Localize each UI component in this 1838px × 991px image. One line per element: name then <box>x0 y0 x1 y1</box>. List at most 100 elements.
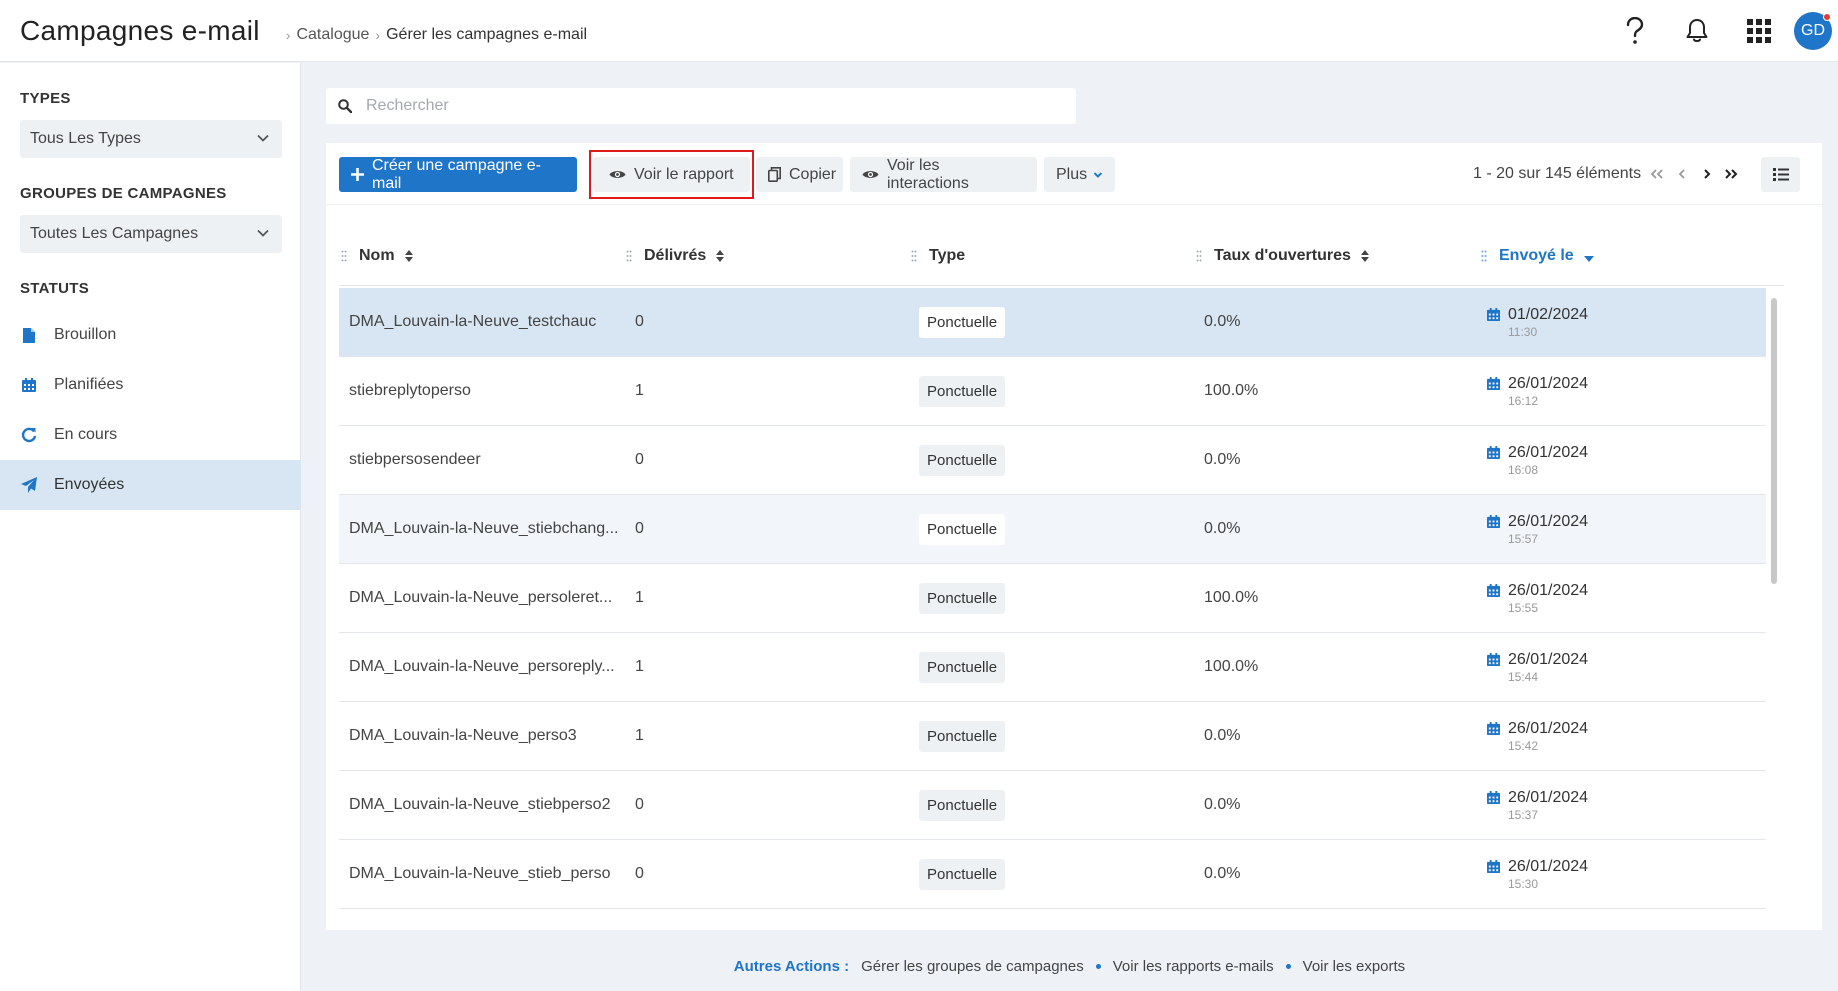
cell-sent-date: 26/01/2024 15:42 <box>1487 702 1588 770</box>
cell-open-rate: 100.0% <box>1204 382 1259 399</box>
apps-button[interactable] <box>1728 0 1790 62</box>
first-page-button[interactable] <box>1645 159 1669 189</box>
more-dropdown[interactable]: Plus <box>1044 157 1115 192</box>
types-select[interactable]: Tous Les Types <box>20 120 282 158</box>
cell-open-rate: 100.0% <box>1204 658 1259 675</box>
column-header-type[interactable]: Type <box>911 226 965 286</box>
column-header-envoye-le[interactable]: Envoyé le <box>1481 226 1594 286</box>
groups-select-value: Toutes Les Campagnes <box>30 225 199 242</box>
table-row[interactable]: stiebpersosendeer 0 Ponctuelle 0.0% 26/0… <box>339 426 1766 495</box>
sidebar-item-en-cours[interactable]: En cours <box>0 410 301 460</box>
sidebar-item-label: Envoyées <box>54 476 125 493</box>
table-row[interactable]: DMA_Louvain-la-Neuve_persoleret... 1 Pon… <box>339 564 1766 633</box>
column-header-delivres[interactable]: Délivrés <box>626 226 725 286</box>
cell-name: stiebreplytoperso <box>349 382 471 399</box>
cell-open-rate: 0.0% <box>1204 313 1241 330</box>
more-label: Plus <box>1056 165 1088 183</box>
sidebar-item-label: Planifiées <box>54 376 124 393</box>
question-icon <box>1626 17 1644 44</box>
cell-name: stiebpersosendeer <box>349 451 481 468</box>
sidebar-item-label: Brouillon <box>54 326 117 343</box>
calendar-icon <box>1487 446 1500 459</box>
table-row[interactable]: DMA_Louvain-la-Neuve_stieb_perso 0 Ponct… <box>339 840 1766 909</box>
column-header-taux-ouvertures[interactable]: Taux d'ouvertures <box>1196 226 1369 286</box>
create-campaign-button[interactable]: Créer une campagne e-mail <box>339 157 577 192</box>
cell-sent-date: 26/01/2024 16:08 <box>1487 426 1588 494</box>
table-row[interactable]: DMA_Louvain-la-Neuve_testchauc 0 Ponctue… <box>339 288 1766 357</box>
manage-campaign-groups-link[interactable]: Gérer les groupes de campagnes <box>861 958 1084 975</box>
cell-type: Ponctuelle <box>919 495 1006 563</box>
drag-handle-icon[interactable] <box>1481 250 1487 262</box>
cell-open-rate: 0.0% <box>1204 865 1241 882</box>
sidebar-item-label: En cours <box>54 426 118 443</box>
types-heading: TYPES <box>20 90 71 107</box>
calendar-icon <box>1487 584 1500 597</box>
email-reports-link[interactable]: Voir les rapports e-mails <box>1113 958 1274 975</box>
eye-icon <box>609 169 626 180</box>
sidebar-item-brouillon[interactable]: Brouillon <box>0 310 301 360</box>
cell-name: DMA_Louvain-la-Neuve_stieb_perso <box>349 865 611 882</box>
table-row[interactable]: DMA_Louvain-la-Neuve_stiebchang... 0 Pon… <box>339 495 1766 564</box>
view-report-button[interactable]: Voir le rapport <box>593 157 750 192</box>
chevron-down-icon <box>257 134 269 142</box>
type-badge: Ponctuelle <box>919 720 1006 752</box>
table-row[interactable]: DMA_Louvain-la-Neuve_perso3 1 Ponctuelle… <box>339 702 1766 771</box>
pagination-summary: 1 - 20 sur 145 éléments <box>1473 165 1642 182</box>
sidebar-item-envoyees[interactable]: Envoyées <box>0 460 301 510</box>
drag-handle-icon[interactable] <box>911 250 917 262</box>
last-page-button[interactable] <box>1719 159 1743 189</box>
avatar[interactable]: GD <box>1794 12 1832 50</box>
drag-handle-icon[interactable] <box>341 250 347 262</box>
sent-date: 26/01/2024 <box>1508 857 1589 875</box>
search-input[interactable] <box>366 97 1046 115</box>
copy-button[interactable]: Copier <box>756 157 843 192</box>
column-header-nom[interactable]: Nom <box>341 226 413 286</box>
copy-icon <box>768 167 781 182</box>
sent-time: 16:12 <box>1508 393 1539 408</box>
view-interactions-button[interactable]: Voir les interactions <box>850 157 1037 192</box>
calendar-icon <box>1487 515 1500 528</box>
other-actions: Autres Actions : Gérer les groupes de ca… <box>0 958 1838 975</box>
notifications-button[interactable] <box>1666 0 1728 62</box>
type-badge: Ponctuelle <box>919 789 1006 821</box>
file-icon <box>20 326 38 344</box>
groups-select[interactable]: Toutes Les Campagnes <box>20 215 282 253</box>
sent-time: 11:30 <box>1508 324 1538 339</box>
prev-page-button[interactable] <box>1670 159 1694 189</box>
cell-open-rate: 0.0% <box>1204 796 1241 813</box>
calendar-icon <box>20 376 38 394</box>
drag-handle-icon[interactable] <box>626 250 632 262</box>
cell-delivered: 0 <box>635 865 644 882</box>
sent-time: 15:37 <box>1508 807 1539 822</box>
table-scrollbar[interactable] <box>1769 288 1779 930</box>
table-row[interactable]: DMA_Louvain-la-Neuve_stiebperso2 0 Ponct… <box>339 771 1766 840</box>
breadcrumb-catalogue[interactable]: Catalogue <box>296 26 369 44</box>
sent-time: 15:44 <box>1508 669 1539 684</box>
table-row[interactable]: stiebreplytoperso 1 Ponctuelle 100.0% 26… <box>339 357 1766 426</box>
type-badge: Ponctuelle <box>919 513 1006 545</box>
sent-date: 26/01/2024 <box>1508 512 1589 530</box>
campaigns-panel: Créer une campagne e-mail Voir le rappor… <box>326 143 1822 930</box>
list-view-button[interactable] <box>1761 157 1800 192</box>
cell-name: DMA_Louvain-la-Neuve_stiebchang... <box>349 520 619 537</box>
cell-sent-date: 26/01/2024 15:30 <box>1487 840 1588 908</box>
sort-desc-icon[interactable] <box>1583 256 1594 262</box>
separator-dot <box>1285 964 1291 969</box>
sort-icon[interactable] <box>1360 250 1369 262</box>
refresh-icon <box>20 426 38 444</box>
search-icon <box>338 99 352 113</box>
cell-type: Ponctuelle <box>919 357 1006 425</box>
help-button[interactable] <box>1604 0 1666 62</box>
paper-plane-icon <box>20 476 38 494</box>
sidebar-item-planifiees[interactable]: Planifiées <box>0 360 301 410</box>
drag-handle-icon[interactable] <box>1196 250 1202 262</box>
table-row[interactable]: DMA_Louvain-la-Neuve_persoreply... 1 Pon… <box>339 633 1766 702</box>
next-page-button[interactable] <box>1695 159 1719 189</box>
scrollbar-thumb[interactable] <box>1771 298 1777 584</box>
cell-type: Ponctuelle <box>919 426 1006 494</box>
sort-icon[interactable] <box>716 250 725 262</box>
view-report-label: Voir le rapport <box>634 165 734 183</box>
toolbar: Créer une campagne e-mail Voir le rappor… <box>326 143 1822 205</box>
exports-link[interactable]: Voir les exports <box>1303 958 1406 975</box>
sort-icon[interactable] <box>404 250 413 262</box>
